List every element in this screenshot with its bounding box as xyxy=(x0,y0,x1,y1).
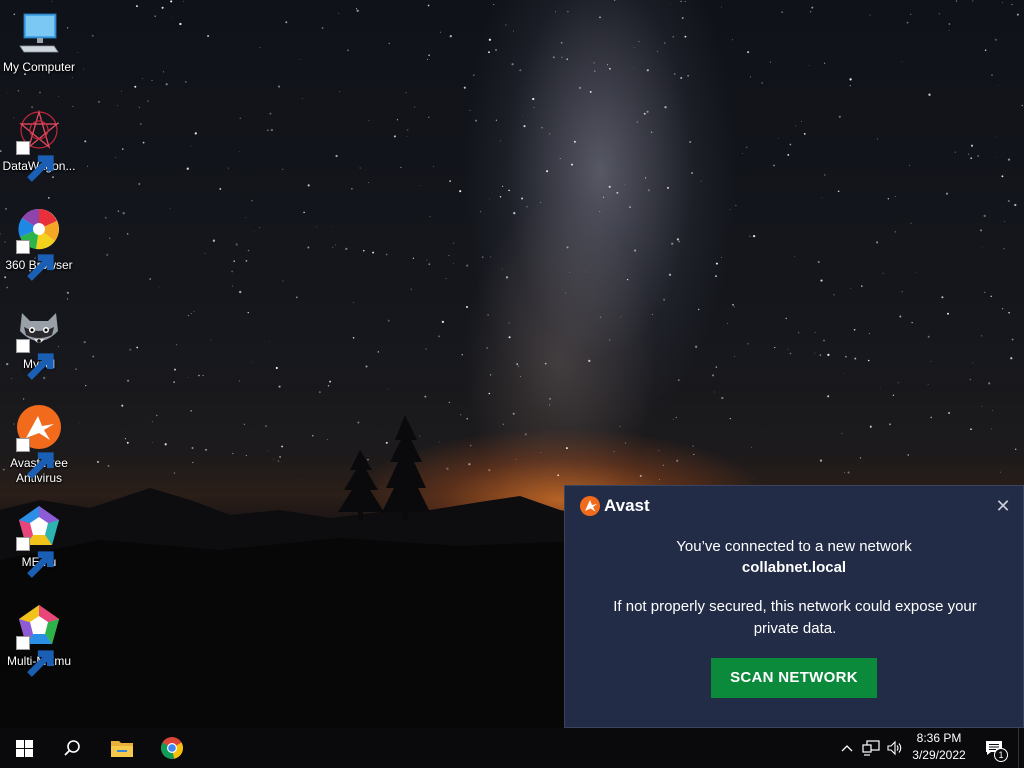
chrome-icon[interactable] xyxy=(148,728,196,768)
shortcut-arrow-icon xyxy=(16,240,54,281)
shortcut-arrow-icon xyxy=(16,636,54,677)
avast-brand-name: Avast xyxy=(604,496,650,515)
desktop-icon-avast[interactable]: Avast Free Antivirus xyxy=(2,404,76,486)
clock-date: 3/29/2022 xyxy=(912,748,966,762)
memu-icon xyxy=(14,503,64,578)
notification-count-badge: 1 xyxy=(994,748,1008,762)
scan-network-button[interactable]: SCAN NETWORK xyxy=(711,658,877,698)
volume-icon[interactable] xyxy=(885,738,905,758)
system-clock[interactable]: 8:36 PM 3/29/2022 xyxy=(906,730,972,766)
computer-icon xyxy=(14,8,64,58)
avast-header: Avast xyxy=(580,496,650,516)
desktop-icon-mypal[interactable]: Mypal xyxy=(2,305,76,380)
desktop-icon-datawagon[interactable]: DataWagon... xyxy=(2,107,76,182)
desktop-icon-multi-memu[interactable]: Multi-MEmu xyxy=(2,602,76,677)
shortcut-arrow-icon xyxy=(16,339,54,380)
datawagon-icon xyxy=(14,107,64,182)
desktop-icon-memu[interactable]: MEmu xyxy=(2,503,76,578)
avast-logo-icon xyxy=(580,496,600,516)
shortcut-arrow-icon xyxy=(16,438,54,479)
avast-network-notification: Avast ✕ You’ve connected to a new networ… xyxy=(564,485,1024,728)
show-desktop-button[interactable] xyxy=(1018,728,1024,768)
mypal-raccoon-icon xyxy=(14,305,64,380)
desktop-icon-360-browser[interactable]: 360 Browser xyxy=(2,206,76,281)
shortcut-arrow-icon xyxy=(16,141,54,182)
multi-memu-icon xyxy=(14,602,64,677)
file-explorer-icon[interactable] xyxy=(98,728,146,768)
clock-time: 8:36 PM xyxy=(916,731,962,745)
notification-message: If not properly secured, this network co… xyxy=(613,598,977,637)
action-center-button[interactable]: 1 xyxy=(974,728,1014,768)
desktop-icon-my-computer[interactable]: My Computer xyxy=(2,8,76,75)
360-browser-icon xyxy=(14,206,64,281)
windows-start-icon[interactable] xyxy=(0,728,48,768)
network-name: collabnet.local xyxy=(741,559,847,576)
chevron-up-icon[interactable] xyxy=(837,738,857,758)
avast-icon xyxy=(14,404,64,479)
taskbar: 8:36 PM 3/29/2022 1 xyxy=(0,728,1024,768)
network-icon[interactable] xyxy=(861,738,881,758)
search-icon[interactable] xyxy=(48,728,96,768)
shortcut-arrow-icon xyxy=(16,537,54,578)
desktop-icon-label: My Computer xyxy=(2,60,76,74)
close-icon[interactable]: ✕ xyxy=(993,496,1013,516)
notification-title: You’ve connected to a new network xyxy=(676,538,912,555)
